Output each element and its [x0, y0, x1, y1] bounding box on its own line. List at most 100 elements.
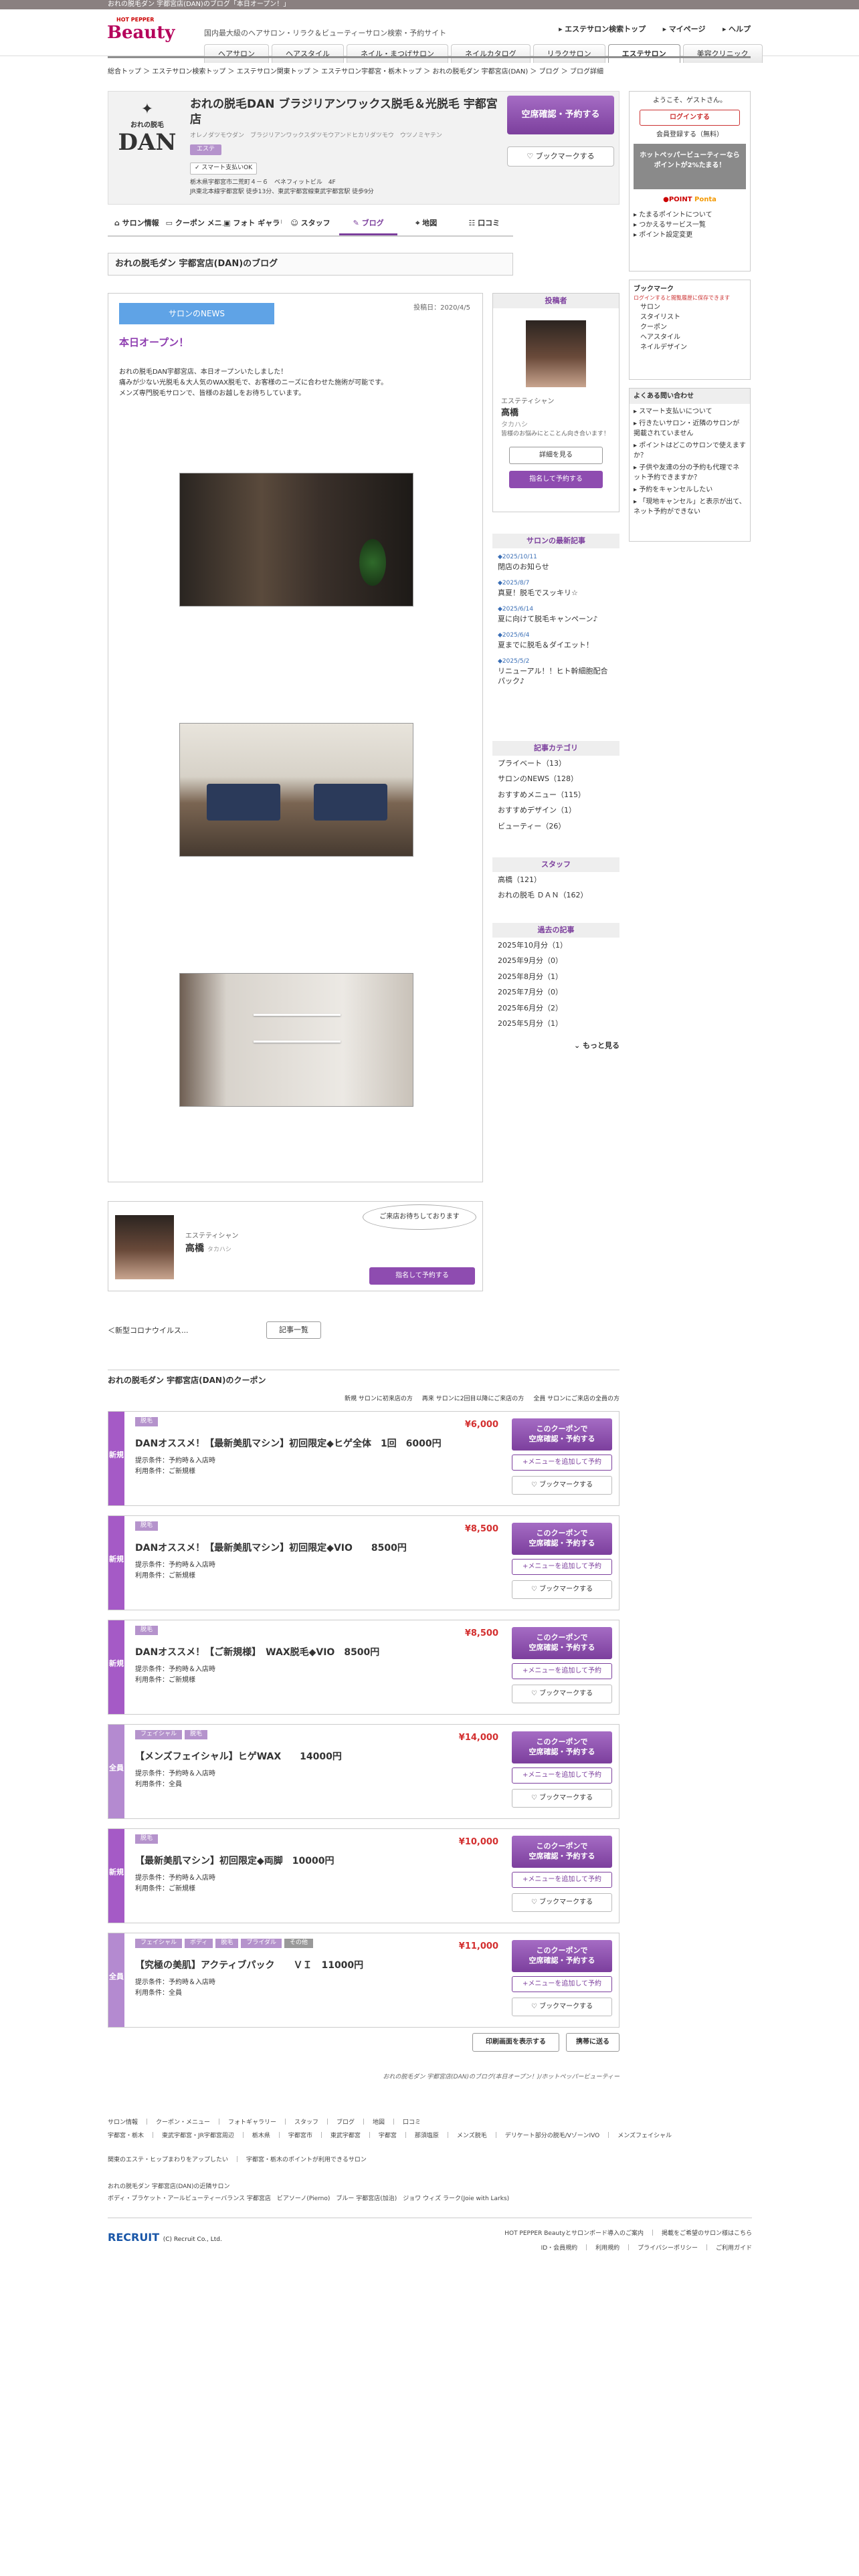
faq-item[interactable]: ▸ 行きたいサロン・近隣のサロンが掲載されていません: [634, 419, 746, 439]
staff-item[interactable]: 高橋（121）: [492, 872, 619, 887]
footer-links-points[interactable]: 関東のエステ・ヒップまわりをアップしたい ｜ 宇都宮・栃木のポイントが利用できる…: [108, 2156, 752, 2165]
print-button[interactable]: 印刷画面を表示する: [472, 2033, 559, 2052]
faq-item[interactable]: ▸ ポイントはどこのサロンで使えますか？: [634, 441, 746, 461]
coupon-card: 全員 フェイシャル ボディ 脱毛 ブライダル その他 ¥11,000 【究極の美肌】アク…: [108, 1933, 619, 2028]
coupon-reserve-button[interactable]: このクーポンで 空席確認・予約する: [512, 1731, 612, 1763]
point-link[interactable]: ▸ ポイント設定変更: [634, 230, 746, 240]
tab-salon-info[interactable]: ⌂ サロン情報: [108, 210, 166, 235]
recent-posts: サロンの最新記事 ◆2025/10/11 閉店のお知らせ ◆2025/8/7 真夏！…: [492, 534, 619, 689]
recent-post[interactable]: ◆2025/10/11 閉店のお知らせ: [492, 548, 619, 574]
tab-blog[interactable]: ✎ ブログ: [339, 210, 397, 235]
coupon-reserve-button[interactable]: このクーポンで 空席確認・予約する: [512, 1523, 612, 1555]
coupon-name[interactable]: 【メンズフェイシャル】ヒゲWAX 14000円: [135, 1750, 342, 1764]
coupon-reserve-button[interactable]: このクーポンで 空席確認・予約する: [512, 1940, 612, 1972]
faq-item[interactable]: ▸ 「現地キャンセル」と表示が出て、ネット予約ができない: [634, 497, 746, 517]
author-detail-button[interactable]: 詳細を見る: [509, 447, 603, 464]
coupon-add-menu-button[interactable]: +メニューを追加して予約: [512, 1767, 612, 1784]
coupon-reserve-button[interactable]: このクーポンで 空席確認・予約する: [512, 1627, 612, 1659]
archive-item[interactable]: 2025年10月分（1）: [492, 938, 619, 953]
coupon-add-menu-button[interactable]: +メニューを追加して予約: [512, 1976, 612, 1992]
coupon-bookmark-button[interactable]: ♡ ブックマークする: [512, 1580, 612, 1599]
footer-related-salons[interactable]: ボディ・ブラケット・アールビューティーバランス 宇都宮店 ビアソーノ(Piern…: [108, 2195, 752, 2204]
staff-card-name: 高橋 タカハシ: [185, 1243, 231, 1254]
author-reserve-button[interactable]: 指名して予約する: [509, 471, 603, 488]
login-button[interactable]: ログインする: [640, 110, 740, 126]
faq-item[interactable]: ▸ 子供や友達の分の予約も代理でネット予約できますか？: [634, 463, 746, 483]
coupon-reserve-button[interactable]: このクーポンで 空席確認・予約する: [512, 1418, 612, 1451]
coupon-bookmark-button[interactable]: ♡ ブックマークする: [512, 1998, 612, 2016]
category-item[interactable]: プライベート（13）: [492, 756, 619, 771]
gnav-esthe-salon[interactable]: エステサロン: [607, 44, 680, 63]
archive-item[interactable]: 2025年8月分（1）: [492, 969, 619, 984]
category-item[interactable]: ビューティー（26）: [492, 819, 619, 834]
bookmark-button[interactable]: ♡ ブックマークする: [507, 146, 614, 167]
reserve-button[interactable]: 空席確認・予約する: [507, 96, 614, 134]
bookmark-item[interactable]: クーポン: [634, 322, 746, 332]
tab-photo-gallery[interactable]: ▣ フォト ギャラリー: [223, 210, 282, 235]
footer-links-salon[interactable]: サロン情報 ｜ クーポン・メニュー ｜ フォトギャラリー ｜ スタッフ ｜ ブロ…: [108, 2119, 752, 2128]
gnav-relax-salon[interactable]: リラクサロン: [533, 44, 605, 63]
util-link-esthe-top[interactable]: ▸ エステサロン検索トップ: [559, 25, 646, 33]
points-promo[interactable]: ホットペッパービューティーならポイントが2%たまる！: [634, 144, 746, 189]
coupon-add-menu-button[interactable]: +メニューを追加して予約: [512, 1455, 612, 1471]
faq-item[interactable]: ▸ 予約をキャンセルしたい: [634, 485, 746, 495]
recent-post[interactable]: ◆2025/5/2 リニューアル！！ヒト幹細胞配合パック♪: [492, 653, 619, 689]
tab-coupon-menu[interactable]: ▭ クーポン メニュー: [166, 210, 224, 235]
tab-map[interactable]: ⌖ 地図: [397, 210, 456, 235]
staff-card-reserve-button[interactable]: 指名して予約する: [369, 1267, 475, 1285]
coupon-name[interactable]: DANオススメ！【最新美肌マシン】初回限定◆VIO 8500円: [135, 1541, 407, 1555]
category-item[interactable]: おすすめデザイン（1）: [492, 802, 619, 818]
bookmark-item[interactable]: ヘアスタイル: [634, 332, 746, 342]
recent-post[interactable]: ◆2025/6/4 夏までに脱毛＆ダイエット！: [492, 627, 619, 653]
footer-links-area[interactable]: 宇都宮・栃木 ｜ 東武宇都宮・JR宇都宮周辺 ｜ 栃木県 ｜ 宇都宮市 ｜ 東武…: [108, 2132, 752, 2141]
coupon-add-menu-button[interactable]: +メニューを追加して予約: [512, 1872, 612, 1888]
recent-post[interactable]: ◆2025/8/7 真夏！脱毛でスッキリ☆: [492, 574, 619, 601]
archive-item[interactable]: 2025年7月分（0）: [492, 984, 619, 1000]
coupon-bookmark-button[interactable]: ♡ ブックマークする: [512, 1789, 612, 1808]
category-item[interactable]: おすすめメニュー（115）: [492, 787, 619, 802]
article-list-button[interactable]: 記事一覧: [266, 1321, 321, 1339]
breadcrumb[interactable]: 総合トップ ＞ エステサロン検索トップ ＞ エステサロン関東トップ ＞ エステサ…: [108, 67, 603, 77]
tab-staff[interactable]: ☺ スタッフ: [282, 210, 340, 235]
hotpepper-beauty-logo[interactable]: HOT PEPPER Beauty: [107, 16, 190, 55]
footer-right-links[interactable]: HOT PEPPER Beautyとサロンボード導入のご案内 ｜ 掲載をご希望の…: [108, 2230, 752, 2239]
send-mobile-button[interactable]: 携帯に送る: [566, 2033, 619, 2052]
coupon-add-menu-button[interactable]: +メニューを追加して予約: [512, 1663, 612, 1679]
coupon-bookmark-button[interactable]: ♡ ブックマークする: [512, 1476, 612, 1495]
archive-item[interactable]: 2025年6月分（2）: [492, 1000, 619, 1016]
category-item[interactable]: サロンのNEWS（128）: [492, 771, 619, 786]
coupon-name[interactable]: DANオススメ！【最新美肌マシン】初回限定◆ヒゲ全体 1回 6000円: [135, 1437, 442, 1451]
recent-post[interactable]: ◆2025/6/14 夏に向けて脱毛キャンペーン♪: [492, 601, 619, 627]
bookmark-item[interactable]: ネイルデザイン: [634, 342, 746, 352]
point-link[interactable]: ▸ たまるポイントについて: [634, 210, 746, 220]
gnav-hair-style[interactable]: ヘアスタイル: [272, 44, 344, 63]
coupon-reserve-button[interactable]: このクーポンで 空席確認・予約する: [512, 1836, 612, 1868]
coupon-name[interactable]: DANオススメ！【ご新規様】 WAX脱毛◆VIO 8500円: [135, 1646, 379, 1660]
coupon-name[interactable]: 【究極の美肌】アクティブパック ＶＩ 11000円: [135, 1959, 363, 1973]
coupon-bookmark-button[interactable]: ♡ ブックマークする: [512, 1685, 612, 1703]
gnav-clinic[interactable]: 美容クリニック: [682, 44, 763, 63]
bookmark-item[interactable]: スタイリスト: [634, 312, 746, 322]
blog-category-badge[interactable]: サロンのNEWS: [119, 303, 274, 324]
bookmark-item[interactable]: サロン: [634, 302, 746, 312]
archive-item[interactable]: 2025年9月分（0）: [492, 953, 619, 968]
gnav-nail-salon[interactable]: ネイル・まつげサロン: [347, 44, 448, 63]
coupon-add-menu-button[interactable]: +メニューを追加して予約: [512, 1559, 612, 1575]
coupon-name[interactable]: 【最新美肌マシン】初回限定◆両脚 10000円: [135, 1854, 334, 1868]
gnav-nail-catalog[interactable]: ネイルカタログ: [451, 44, 531, 63]
coupon-tag: 脱毛: [215, 1939, 239, 1948]
more-link[interactable]: ⌄ もっと見る: [492, 1041, 619, 1052]
register-link[interactable]: 会員登録する（無料）: [634, 130, 746, 140]
util-link-help[interactable]: ▸ ヘルプ: [723, 25, 751, 33]
point-link[interactable]: ▸ つかえるサービス一覧: [634, 220, 746, 230]
author-heading: 投稿者: [493, 294, 619, 308]
archive-item[interactable]: 2025年5月分（1）: [492, 1016, 619, 1031]
util-link-mypage[interactable]: ▸ マイページ: [663, 25, 706, 33]
coupon-bookmark-button[interactable]: ♡ ブックマークする: [512, 1893, 612, 1912]
staff-item[interactable]: おれの脱毛 ＤＡＮ（162）: [492, 887, 619, 903]
faq-item[interactable]: ▸ スマート支払いについて: [634, 407, 746, 417]
footer-policy-links[interactable]: ID・会員規約 ｜ 利用規約 ｜ プライバシーポリシー ｜ ご利用ガイド: [108, 2244, 752, 2254]
tab-reviews[interactable]: ☷ 口コミ: [455, 210, 513, 235]
prev-post-link[interactable]: ＜新型コロナウイルス...: [108, 1325, 189, 1337]
gnav-hair-salon[interactable]: ヘアサロン: [204, 44, 269, 63]
